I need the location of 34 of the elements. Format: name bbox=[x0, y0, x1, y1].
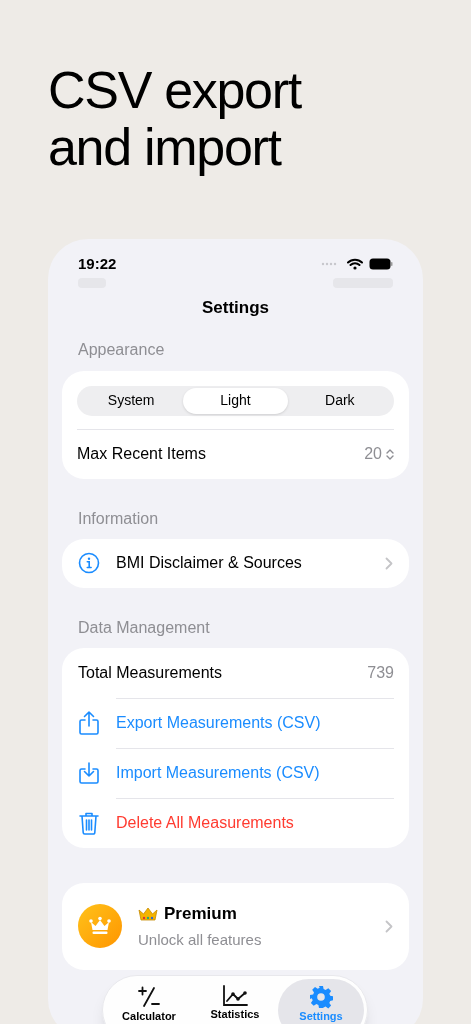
updown-icon bbox=[386, 447, 394, 461]
screen-title: Settings bbox=[200, 297, 271, 319]
section-header: Data Management bbox=[78, 617, 211, 638]
headline: CSV export and import bbox=[48, 60, 303, 176]
row-label: BMI Disclaimer & Sources bbox=[116, 553, 303, 573]
info-row[interactable]: BMI Disclaimer & Sources bbox=[62, 538, 409, 588]
settings-icon bbox=[309, 985, 333, 1009]
chevron-icon bbox=[385, 556, 393, 570]
row-label: Total Measurements bbox=[78, 662, 224, 683]
row-value: 739 bbox=[367, 662, 394, 683]
chevron-icon bbox=[385, 919, 393, 933]
premium-title: Premium bbox=[164, 903, 237, 925]
premium-card[interactable]: Premium Unlock all features bbox=[62, 882, 409, 970]
theme-option[interactable]: Dark bbox=[287, 387, 392, 414]
crown-badge-icon bbox=[78, 904, 122, 948]
trash-icon bbox=[78, 810, 100, 835]
tab[interactable]: Statistics bbox=[192, 979, 278, 1024]
info-icon bbox=[78, 552, 100, 574]
section-header: Information bbox=[78, 508, 160, 529]
status-time: 19:22 bbox=[78, 254, 117, 274]
download-icon bbox=[78, 760, 100, 785]
theme-option[interactable]: System bbox=[79, 387, 184, 414]
premium-subtitle: Unlock all features bbox=[138, 929, 263, 950]
section-header: Appearance bbox=[78, 339, 166, 360]
crown-icon bbox=[138, 905, 158, 922]
theme-option[interactable]: Light bbox=[183, 387, 288, 414]
action-link[interactable]: Delete All Measurements bbox=[116, 811, 294, 835]
chart-icon bbox=[222, 985, 248, 1007]
battery-icon bbox=[369, 258, 393, 271]
row-label: Max Recent Items bbox=[77, 444, 206, 464]
wifi-icon bbox=[347, 258, 363, 271]
tab[interactable]: Calculator bbox=[106, 979, 192, 1024]
plus-minus-icon bbox=[137, 985, 161, 1009]
share-icon bbox=[78, 709, 100, 736]
